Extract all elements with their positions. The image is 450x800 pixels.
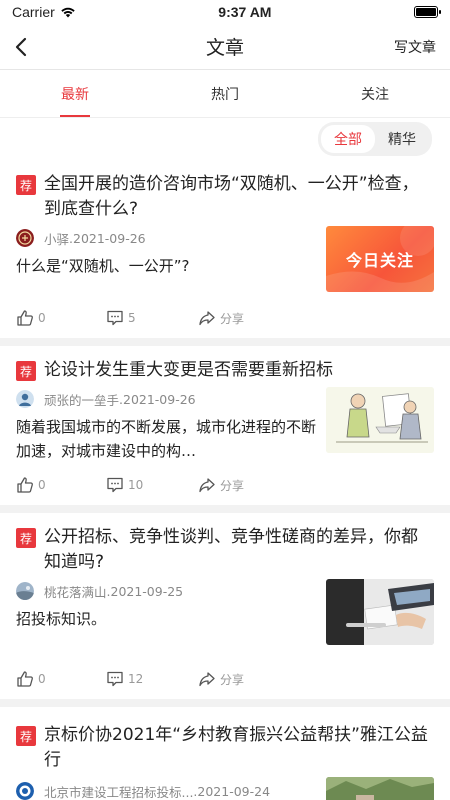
share-label: 分享 [220,672,245,687]
thumbs-up-icon [17,477,33,493]
article-thumbnail[interactable]: 今日关注 [326,226,434,292]
publish-date: .2021-09-26 [69,230,146,246]
article-title[interactable]: 京标价协2021年“乡村教育振兴公益帮扶”雅江公益行 [44,723,434,773]
thumbs-up-icon [17,671,33,687]
share-label: 分享 [220,311,245,326]
comment-icon [107,671,123,687]
share-icon [199,672,215,687]
avatar[interactable] [16,782,34,800]
comment-icon [107,477,123,493]
recommended-badge: 荐 [16,175,36,195]
publish-date: .2021-09-24 [193,783,271,799]
thumbs-up-icon [17,310,33,326]
tab-hot[interactable]: 热门 [150,70,300,117]
article-thumbnail[interactable] [326,387,434,453]
recommended-badge: 荐 [16,726,36,746]
share-button[interactable]: 分享 [198,476,244,494]
comment-button[interactable]: 10 [106,476,198,494]
article-thumbnail[interactable] [326,777,434,800]
recommended-badge: 荐 [16,528,36,548]
share-button[interactable]: 分享 [198,309,244,327]
filter-featured[interactable]: 精华 [375,125,429,153]
article-excerpt: 什么是“双随机、一公开”? [16,257,190,275]
tab-latest[interactable]: 最新 [0,70,150,117]
thumbnail-photo [326,579,434,645]
like-count: 0 [38,311,46,325]
avatar[interactable] [16,390,34,408]
thumbnail-illustration [326,387,434,453]
author-name[interactable]: 桃花落满山 [44,582,107,601]
write-article-button[interactable]: 写文章 [394,37,436,57]
article-thumbnail[interactable] [326,579,434,645]
publish-date: .2021-09-25 [106,583,184,599]
share-icon [199,311,215,326]
like-button[interactable]: 0 [16,309,106,327]
comment-button[interactable]: 12 [106,670,198,688]
article-feed: 荐 全国开展的造价咨询市场“双随机、一公开”检查，到底查什么? 小驿 .2021… [0,160,450,800]
article-excerpt: 招投标知识。 [16,610,107,628]
comment-icon [107,310,123,326]
article-title[interactable]: 公开招标、竞争性谈判、竞争性磋商的差异，你都知道吗? [44,525,434,575]
comment-count: 10 [128,478,144,492]
clock: 9:37 AM [218,4,272,20]
author-name[interactable]: 小驿 [44,229,69,248]
like-button[interactable]: 0 [16,670,106,688]
tab-bar: 最新 热门 关注 [0,70,450,118]
tab-following[interactable]: 关注 [300,70,450,117]
filter-all[interactable]: 全部 [321,125,375,153]
thumbnail-text: 今日关注 [345,251,414,270]
like-count: 0 [38,672,46,686]
share-icon [199,478,215,493]
filter-segmented-control: 全部 精华 [318,122,432,156]
back-button[interactable] [14,33,42,61]
carrier-label: Carrier [12,4,55,20]
avatar[interactable] [16,582,34,600]
comment-count: 12 [128,672,144,686]
article-card[interactable]: 荐 全国开展的造价咨询市场“双随机、一公开”检查，到底查什么? 小驿 .2021… [0,160,450,338]
nav-bar: 文章 写文章 [0,24,450,70]
article-excerpt: 随着我国城市的不断发展，城市化进程的不断加速，对城市建设中的构… [16,418,317,460]
publish-date: .2021-09-26 [119,391,196,407]
author-name[interactable]: 顽张的一垒手 [44,390,119,409]
comment-count: 5 [128,311,136,325]
chevron-left-icon [15,37,27,56]
battery-icon [413,6,441,18]
page-title: 文章 [205,37,244,59]
share-button[interactable]: 分享 [198,670,244,688]
article-card[interactable]: 荐 论设计发生重大变更是否需要重新招标 顽张的一垒手 .2021-09-26 随… [0,346,450,505]
thumbnail-photo [326,777,434,800]
like-count: 0 [38,478,46,492]
status-bar: Carrier 9:37 AM [0,0,450,24]
article-title[interactable]: 全国开展的造价咨询市场“双随机、一公开”检查，到底查什么? [44,172,434,222]
comment-button[interactable]: 5 [106,309,198,327]
filter-row: 全部 精华 [0,118,450,160]
recommended-badge: 荐 [16,361,36,381]
share-label: 分享 [220,478,245,493]
wifi-icon [61,7,75,18]
like-button[interactable]: 0 [16,476,106,494]
article-card[interactable]: 荐 公开招标、竞争性谈判、竞争性磋商的差异，你都知道吗? 桃花落满山 .2021… [0,513,450,699]
avatar[interactable] [16,229,34,247]
author-name[interactable]: 北京市建设工程招标投标... [44,782,193,800]
article-card[interactable]: 荐 京标价协2021年“乡村教育振兴公益帮扶”雅江公益行 北京市建设工程招标投标… [0,707,450,800]
article-title[interactable]: 论设计发生重大变更是否需要重新招标 [44,358,333,383]
